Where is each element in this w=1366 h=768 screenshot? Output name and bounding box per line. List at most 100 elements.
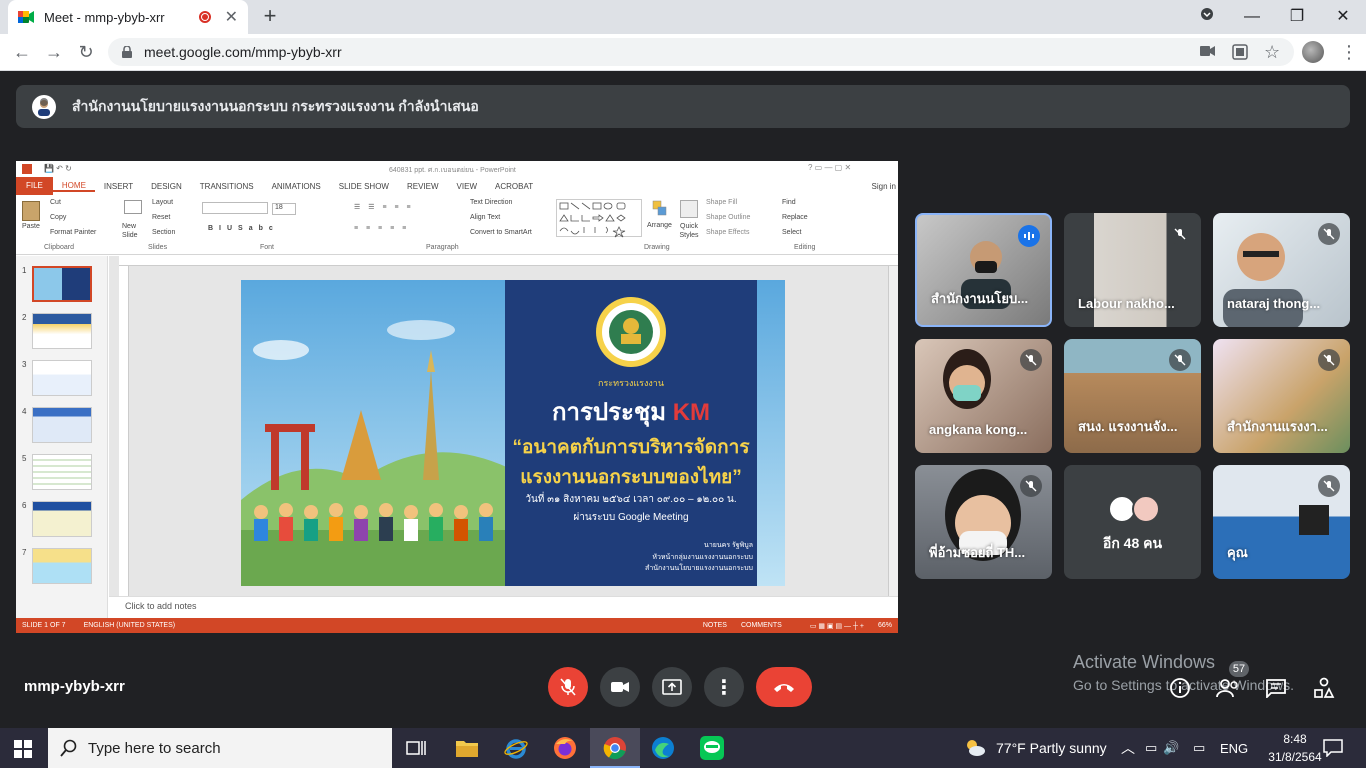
file-explorer-icon[interactable] [455,738,479,763]
participant-tile[interactable]: Labour nakho... [1064,213,1201,327]
muted-mic-icon [1169,349,1191,371]
slide-subtitle-line2: แรงงานนอกระบบของไทย” [520,467,742,488]
close-window-button[interactable]: ✕ [1331,6,1355,28]
bookmark-star-icon[interactable]: ☆ [1264,42,1280,63]
new-tab-button[interactable]: + [258,4,282,28]
minimize-button[interactable]: — [1240,6,1264,28]
line-app-icon[interactable] [700,736,724,765]
people-count-badge: 57 [1229,661,1249,677]
more-options-button[interactable]: ⋮ [704,667,744,707]
slide-subtitle-line1: “อนาคตกับการบริหารจัดการ [512,437,750,458]
notification-icon[interactable] [1323,739,1343,762]
ppt-group-paragraph: Paragraph [426,244,459,251]
task-view-icon[interactable] [406,738,426,763]
ppt-sign-in: Sign in [871,181,896,191]
mic-off-icon [560,678,576,696]
participant-tile[interactable]: nataraj thong... [1213,213,1350,327]
ppt-cut: Cut [50,199,61,206]
forward-button[interactable]: → [42,40,66,64]
translate-icon[interactable] [1232,44,1248,65]
participant-tile[interactable]: สำนักงานแรงงา... [1213,339,1350,453]
people-icon[interactable] [1216,676,1240,700]
close-tab-icon[interactable]: ✕ [225,7,238,27]
meeting-details-icon[interactable] [1168,676,1192,700]
slide-thumbnail [32,454,92,490]
tab-search-icon[interactable] [1195,6,1219,28]
participant-tile[interactable]: คุณ [1213,465,1350,579]
network-icon[interactable]: ▭ [1193,740,1205,756]
address-bar[interactable]: meet.google.com/mmp-ybyb-xrr [108,38,1294,66]
taskbar-search-box[interactable]: Type here to search [48,728,392,768]
slide-position: หัวหน้ากลุ่มงานแรงงานนอกระบบ [652,554,753,561]
input-language[interactable]: ENG [1220,741,1248,756]
camera-permission-icon[interactable] [1200,44,1216,63]
ppt-ribbon: Paste Cut Copy Format Painter Clipboard … [16,195,898,255]
ppt-arrange: Arrange [647,222,672,229]
weather-text[interactable]: 77°F Partly sunny [996,740,1107,756]
edge-icon[interactable] [651,736,675,765]
muted-mic-icon [1318,349,1340,371]
save-icon: 💾 ↶ ↻ [44,164,72,173]
presenting-text: สำนักงานนโยบายแรงงานนอกระบบ กระทรวงแรงงา… [72,97,479,114]
tray-system-icons[interactable]: ▭🔊 [1145,740,1185,756]
ppt-scrollbar [888,266,898,596]
ppt-shapes-gallery [556,199,642,238]
browser-tab[interactable]: Meet - mmp-ybyb-xrr ✕ [8,0,248,34]
ppt-group-editing: Editing [794,244,816,251]
weather-partly-sunny-icon[interactable] [964,737,986,762]
tab-title: Meet - mmp-ybyb-xrr [44,9,165,25]
slide-date: วันที่ ๓๑ สิงหาคม ๒๕๖๔ เวลา ๐๙.๐๐ – ๑๒.๐… [525,494,737,505]
activities-icon[interactable] [1312,676,1336,700]
clock-date[interactable]: 31/8/2564 [1260,750,1330,764]
slide-title-prefix: การประชุม [551,399,673,426]
windows-start-icon[interactable] [14,740,32,763]
participant-laptop [1299,505,1329,535]
ppt-tab-home: HOME [52,181,95,192]
present-screen-button[interactable] [652,667,692,707]
more-participants-tile[interactable]: อีก 48 คน [1064,465,1201,579]
participant-tile[interactable]: พี่อ้ามซอยถี่ TH... [915,465,1052,579]
firefox-icon[interactable] [553,736,577,765]
clock-time[interactable]: 8:48 [1270,732,1320,746]
ppt-tab-animations: ANIMATIONS [271,181,321,191]
leave-call-button[interactable] [756,667,812,707]
internet-explorer-icon[interactable] [504,736,528,765]
profile-avatar[interactable] [1302,41,1324,63]
ppt-font-size: 18 [272,203,296,215]
ppt-language: ENGLISH (UNITED STATES) [83,622,176,629]
slide-thumbnail [32,313,92,349]
ppt-align-text: Align Text [470,214,501,221]
thumb-number: 6 [22,501,27,510]
ppt-replace: Replace [782,214,808,221]
tray-chevron-icon[interactable]: ︿ [1121,738,1135,758]
chat-icon[interactable] [1264,676,1288,700]
participant-name: angkana kong... [929,422,1028,437]
browser-menu-icon[interactable]: ⋮ [1340,40,1358,64]
ppt-slide-count: SLIDE 1 OF 7 [22,622,66,629]
ppt-notes-toggle: NOTES [702,622,727,629]
muted-mic-icon [1318,223,1340,245]
camera-toggle-button[interactable] [600,667,640,707]
slide-thumbnail [32,501,92,537]
camera-icon [611,682,629,692]
ppt-notes-pane: Click to add notes [109,596,898,618]
presenting-banner: สำนักงานนโยบายแรงงานนอกระบบ กระทรวงแรงงา… [16,85,1350,128]
ppt-comments-toggle: COMMENTS [740,622,782,629]
meet-logo-icon [18,11,34,23]
ppt-section: Section [152,229,176,236]
participant-tile[interactable]: สำนักงานนโยบ... [915,213,1052,327]
quick-styles-icon [680,200,698,218]
slide-thumbnail [32,548,92,584]
ppt-font-name-box [202,202,268,214]
ppt-align-icons: ≡ ≡ ≡ ≡ ≡ [354,225,410,232]
participant-tile[interactable]: สนง. แรงงานจัง... [1064,339,1201,453]
back-button[interactable]: ← [10,40,34,64]
ppt-group-slides: Slides [148,244,168,251]
slide-thumbnail [32,360,92,396]
participant-tile[interactable]: angkana kong... [915,339,1052,453]
chrome-taskbar-active[interactable] [590,728,640,768]
reload-button[interactable]: ↻ [74,40,98,64]
mic-toggle-button[interactable] [548,667,588,707]
maximize-button[interactable]: ❐ [1285,6,1309,28]
ppt-ribbon-tabs: FILE HOME INSERT DESIGN TRANSITIONS ANIM… [16,177,898,195]
